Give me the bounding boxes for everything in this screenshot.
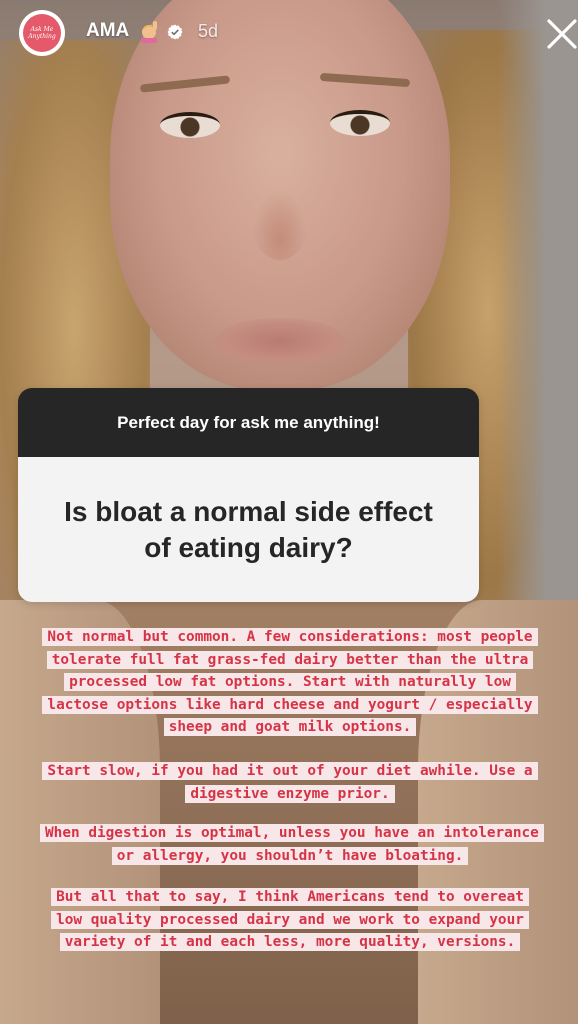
answer-paragraph-1: Not normal but common. A few considerati… [40, 626, 540, 739]
avatar-logo: Ask Me Anything [23, 14, 61, 52]
lips [215, 318, 345, 364]
username[interactable]: AMA [86, 20, 129, 42]
question-sticker[interactable]: Perfect day for ask me anything! Is bloa… [18, 388, 479, 602]
answer-text: When digestion is optimal, unless you ha… [40, 824, 544, 865]
answer-paragraph-3: When digestion is optimal, unless you ha… [40, 822, 544, 867]
nose [252, 190, 308, 260]
question-text: Is bloat a normal side effect of eating … [18, 457, 479, 602]
eye-left [160, 112, 220, 138]
answer-text: Not normal but common. A few considerati… [42, 628, 538, 736]
close-icon[interactable] [545, 17, 578, 51]
verified-badge-icon [167, 24, 183, 40]
eye-right [330, 110, 390, 136]
question-prompt: Perfect day for ask me anything! [18, 388, 479, 457]
raising-hand-emoji-icon [141, 21, 157, 43]
answer-paragraph-4: But all that to say, I think Americans t… [40, 886, 540, 954]
post-time: 5d [198, 21, 219, 41]
story-header: Ask Me Anything AMA 5d [0, 0, 578, 70]
answer-text: But all that to say, I think Americans t… [51, 888, 529, 951]
answer-text: Start slow, if you had it out of your di… [42, 762, 538, 803]
avatar[interactable]: Ask Me Anything [19, 10, 65, 56]
answer-paragraph-2: Start slow, if you had it out of your di… [40, 760, 540, 805]
